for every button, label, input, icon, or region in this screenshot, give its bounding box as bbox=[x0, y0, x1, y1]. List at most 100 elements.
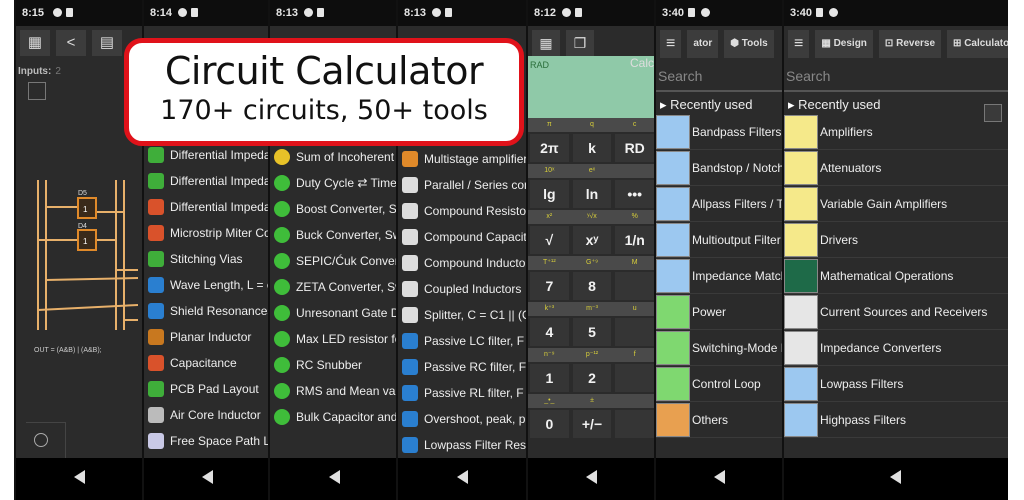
calc-key[interactable]: 8 bbox=[572, 272, 612, 300]
back-icon[interactable] bbox=[457, 470, 468, 484]
category-item[interactable]: Switching-Mode P bbox=[656, 330, 784, 366]
list-item[interactable]: Microstrip Miter Comp bbox=[144, 220, 272, 246]
list-item[interactable]: Wave Length, L = c / [F bbox=[144, 272, 272, 298]
list-item[interactable]: Capacitance bbox=[144, 350, 272, 376]
category-item[interactable]: Amplifiers bbox=[784, 114, 1008, 150]
list-item[interactable]: Parallel / Series conne bbox=[398, 172, 528, 198]
back-icon[interactable] bbox=[586, 470, 597, 484]
list-item[interactable]: Sum of Incoherent Noi bbox=[270, 144, 400, 170]
list-item[interactable]: Buck Converter, Switch bbox=[270, 222, 400, 248]
category-item[interactable]: Attenuators bbox=[784, 150, 1008, 186]
list-item[interactable]: Compound Capacitor bbox=[398, 224, 528, 250]
calc-key[interactable]: ••• bbox=[615, 180, 655, 208]
back-icon[interactable] bbox=[890, 470, 901, 484]
tab-reverse[interactable]: ⊡ Reverse bbox=[878, 30, 942, 58]
calc-key[interactable] bbox=[615, 364, 655, 392]
tab-calculator[interactable]: ator bbox=[687, 30, 719, 58]
category-item[interactable]: Highpass Filters bbox=[784, 402, 1008, 438]
search-input[interactable]: Search bbox=[786, 68, 830, 84]
grid-menu-icon[interactable]: ▦ bbox=[532, 30, 560, 56]
document-icon[interactable]: ▤ bbox=[92, 30, 122, 56]
list-item[interactable]: Passive LC filter, F = 1. bbox=[398, 328, 528, 354]
calc-key[interactable]: 7 bbox=[530, 272, 569, 300]
calc-key[interactable] bbox=[615, 410, 655, 438]
list-item[interactable]: Differential Impedance bbox=[144, 168, 272, 194]
calc-key[interactable]: 1/n bbox=[615, 226, 655, 254]
category-item[interactable]: Lowpass Filters bbox=[784, 366, 1008, 402]
grid-menu-icon[interactable]: ▦ bbox=[20, 30, 50, 56]
list-item[interactable]: Bulk Capacitor and Rec bbox=[270, 404, 400, 430]
category-item[interactable]: Multioutput Filter bbox=[656, 222, 784, 258]
calc-key[interactable]: 4 bbox=[530, 318, 569, 346]
category-item[interactable]: Allpass Filters / T bbox=[656, 186, 784, 222]
list-item[interactable]: RMS and Mean value bbox=[270, 378, 400, 404]
list-item[interactable]: Lowpass Filter Response bbox=[398, 432, 528, 458]
category-item[interactable]: Control Loop bbox=[656, 366, 784, 402]
calc-key[interactable]: k bbox=[572, 134, 612, 162]
calc-key[interactable]: 5 bbox=[572, 318, 612, 346]
hamburger-menu-icon[interactable]: ≡ bbox=[788, 30, 810, 58]
list-item[interactable]: Shield Resonances bbox=[144, 298, 272, 324]
circle-tool-button[interactable] bbox=[26, 422, 66, 458]
calc-key[interactable]: 2 bbox=[572, 364, 612, 392]
category-item[interactable]: Current Sources and Receivers bbox=[784, 294, 1008, 330]
list-item[interactable]: Stitching Vias bbox=[144, 246, 272, 272]
calc-key[interactable] bbox=[615, 272, 655, 300]
list-item[interactable]: Unresonant Gate Drivir bbox=[270, 300, 400, 326]
back-icon[interactable] bbox=[74, 470, 85, 484]
calc-key[interactable]: +/− bbox=[572, 410, 612, 438]
list-item[interactable]: Planar Inductor bbox=[144, 324, 272, 350]
list-item[interactable]: Max LED resistor for co bbox=[270, 326, 400, 352]
category-item[interactable]: Drivers bbox=[784, 222, 1008, 258]
calc-key[interactable]: 0 bbox=[530, 410, 569, 438]
list-item[interactable]: Multistage amplifier bbox=[398, 146, 528, 172]
back-icon[interactable] bbox=[329, 470, 340, 484]
list-item[interactable]: Passive RL filter, F = R bbox=[398, 380, 528, 406]
category-item[interactable]: Bandstop / Notch bbox=[656, 150, 784, 186]
copy-icon[interactable]: ❐ bbox=[566, 30, 594, 56]
calc-key[interactable]: xʸ bbox=[572, 226, 612, 254]
list-item[interactable]: RC Snubber bbox=[270, 352, 400, 378]
list-item[interactable]: ZETA Converter, Switch bbox=[270, 274, 400, 300]
tab-tools[interactable]: ⬢ Tools bbox=[724, 30, 774, 58]
calc-key[interactable]: lg bbox=[530, 180, 569, 208]
back-icon[interactable] bbox=[202, 470, 213, 484]
recently-used-toggle[interactable]: Recently used bbox=[660, 97, 752, 113]
category-item[interactable]: Mathematical Operations bbox=[784, 258, 1008, 294]
list-item[interactable]: Splitter, C = C1 || (C2-C bbox=[398, 302, 528, 328]
calc-key[interactable]: ln bbox=[572, 180, 612, 208]
category-item[interactable]: Others bbox=[656, 402, 784, 438]
search-input[interactable]: Search bbox=[658, 68, 702, 84]
category-item[interactable]: Impedance Converters bbox=[784, 330, 1008, 366]
list-item[interactable]: Passive RC filter, F = 1 bbox=[398, 354, 528, 380]
input-checkbox[interactable] bbox=[28, 82, 46, 100]
list-item[interactable]: Compound Resistor bbox=[398, 198, 528, 224]
angle-mode[interactable]: RAD bbox=[530, 60, 549, 70]
calc-key[interactable] bbox=[615, 318, 655, 346]
list-item[interactable]: Compound Inductor bbox=[398, 250, 528, 276]
category-item[interactable]: Variable Gain Amplifiers bbox=[784, 186, 1008, 222]
list-item[interactable]: Air Core Inductor bbox=[144, 402, 272, 428]
calc-key[interactable]: 2π bbox=[530, 134, 569, 162]
category-item[interactable]: Bandpass Filters bbox=[656, 114, 784, 150]
inputs-value[interactable]: 2 bbox=[55, 66, 61, 77]
category-item[interactable]: Impedance Match bbox=[656, 258, 784, 294]
share-icon[interactable]: < bbox=[56, 30, 86, 56]
calc-key[interactable]: √ bbox=[530, 226, 569, 254]
list-item[interactable]: Duty Cycle ⇄ Time bbox=[270, 170, 400, 196]
calc-key[interactable]: RD bbox=[615, 134, 655, 162]
list-item[interactable]: PCB Pad Layout bbox=[144, 376, 272, 402]
list-item[interactable]: Differential Impedance bbox=[144, 194, 272, 220]
list-item[interactable]: SEPIC/Ćuk Converter, S bbox=[270, 248, 400, 274]
list-item[interactable]: Free Space Path Loss bbox=[144, 428, 272, 454]
logic-circuit-diagram[interactable]: D5 D4 1 1 bbox=[18, 170, 138, 340]
list-item[interactable]: Overshoot, peak, phase bbox=[398, 406, 528, 432]
tab-calculator[interactable]: ⊞ Calculator bbox=[947, 30, 1008, 58]
back-icon[interactable] bbox=[714, 470, 725, 484]
category-item[interactable]: Power bbox=[656, 294, 784, 330]
hamburger-menu-icon[interactable]: ≡ bbox=[660, 30, 682, 58]
tab-design[interactable]: ▦ Design bbox=[815, 30, 873, 58]
calc-key[interactable]: 1 bbox=[530, 364, 569, 392]
recently-used-toggle[interactable]: Recently used bbox=[788, 97, 880, 113]
list-item[interactable]: Boost Converter, Switc bbox=[270, 196, 400, 222]
